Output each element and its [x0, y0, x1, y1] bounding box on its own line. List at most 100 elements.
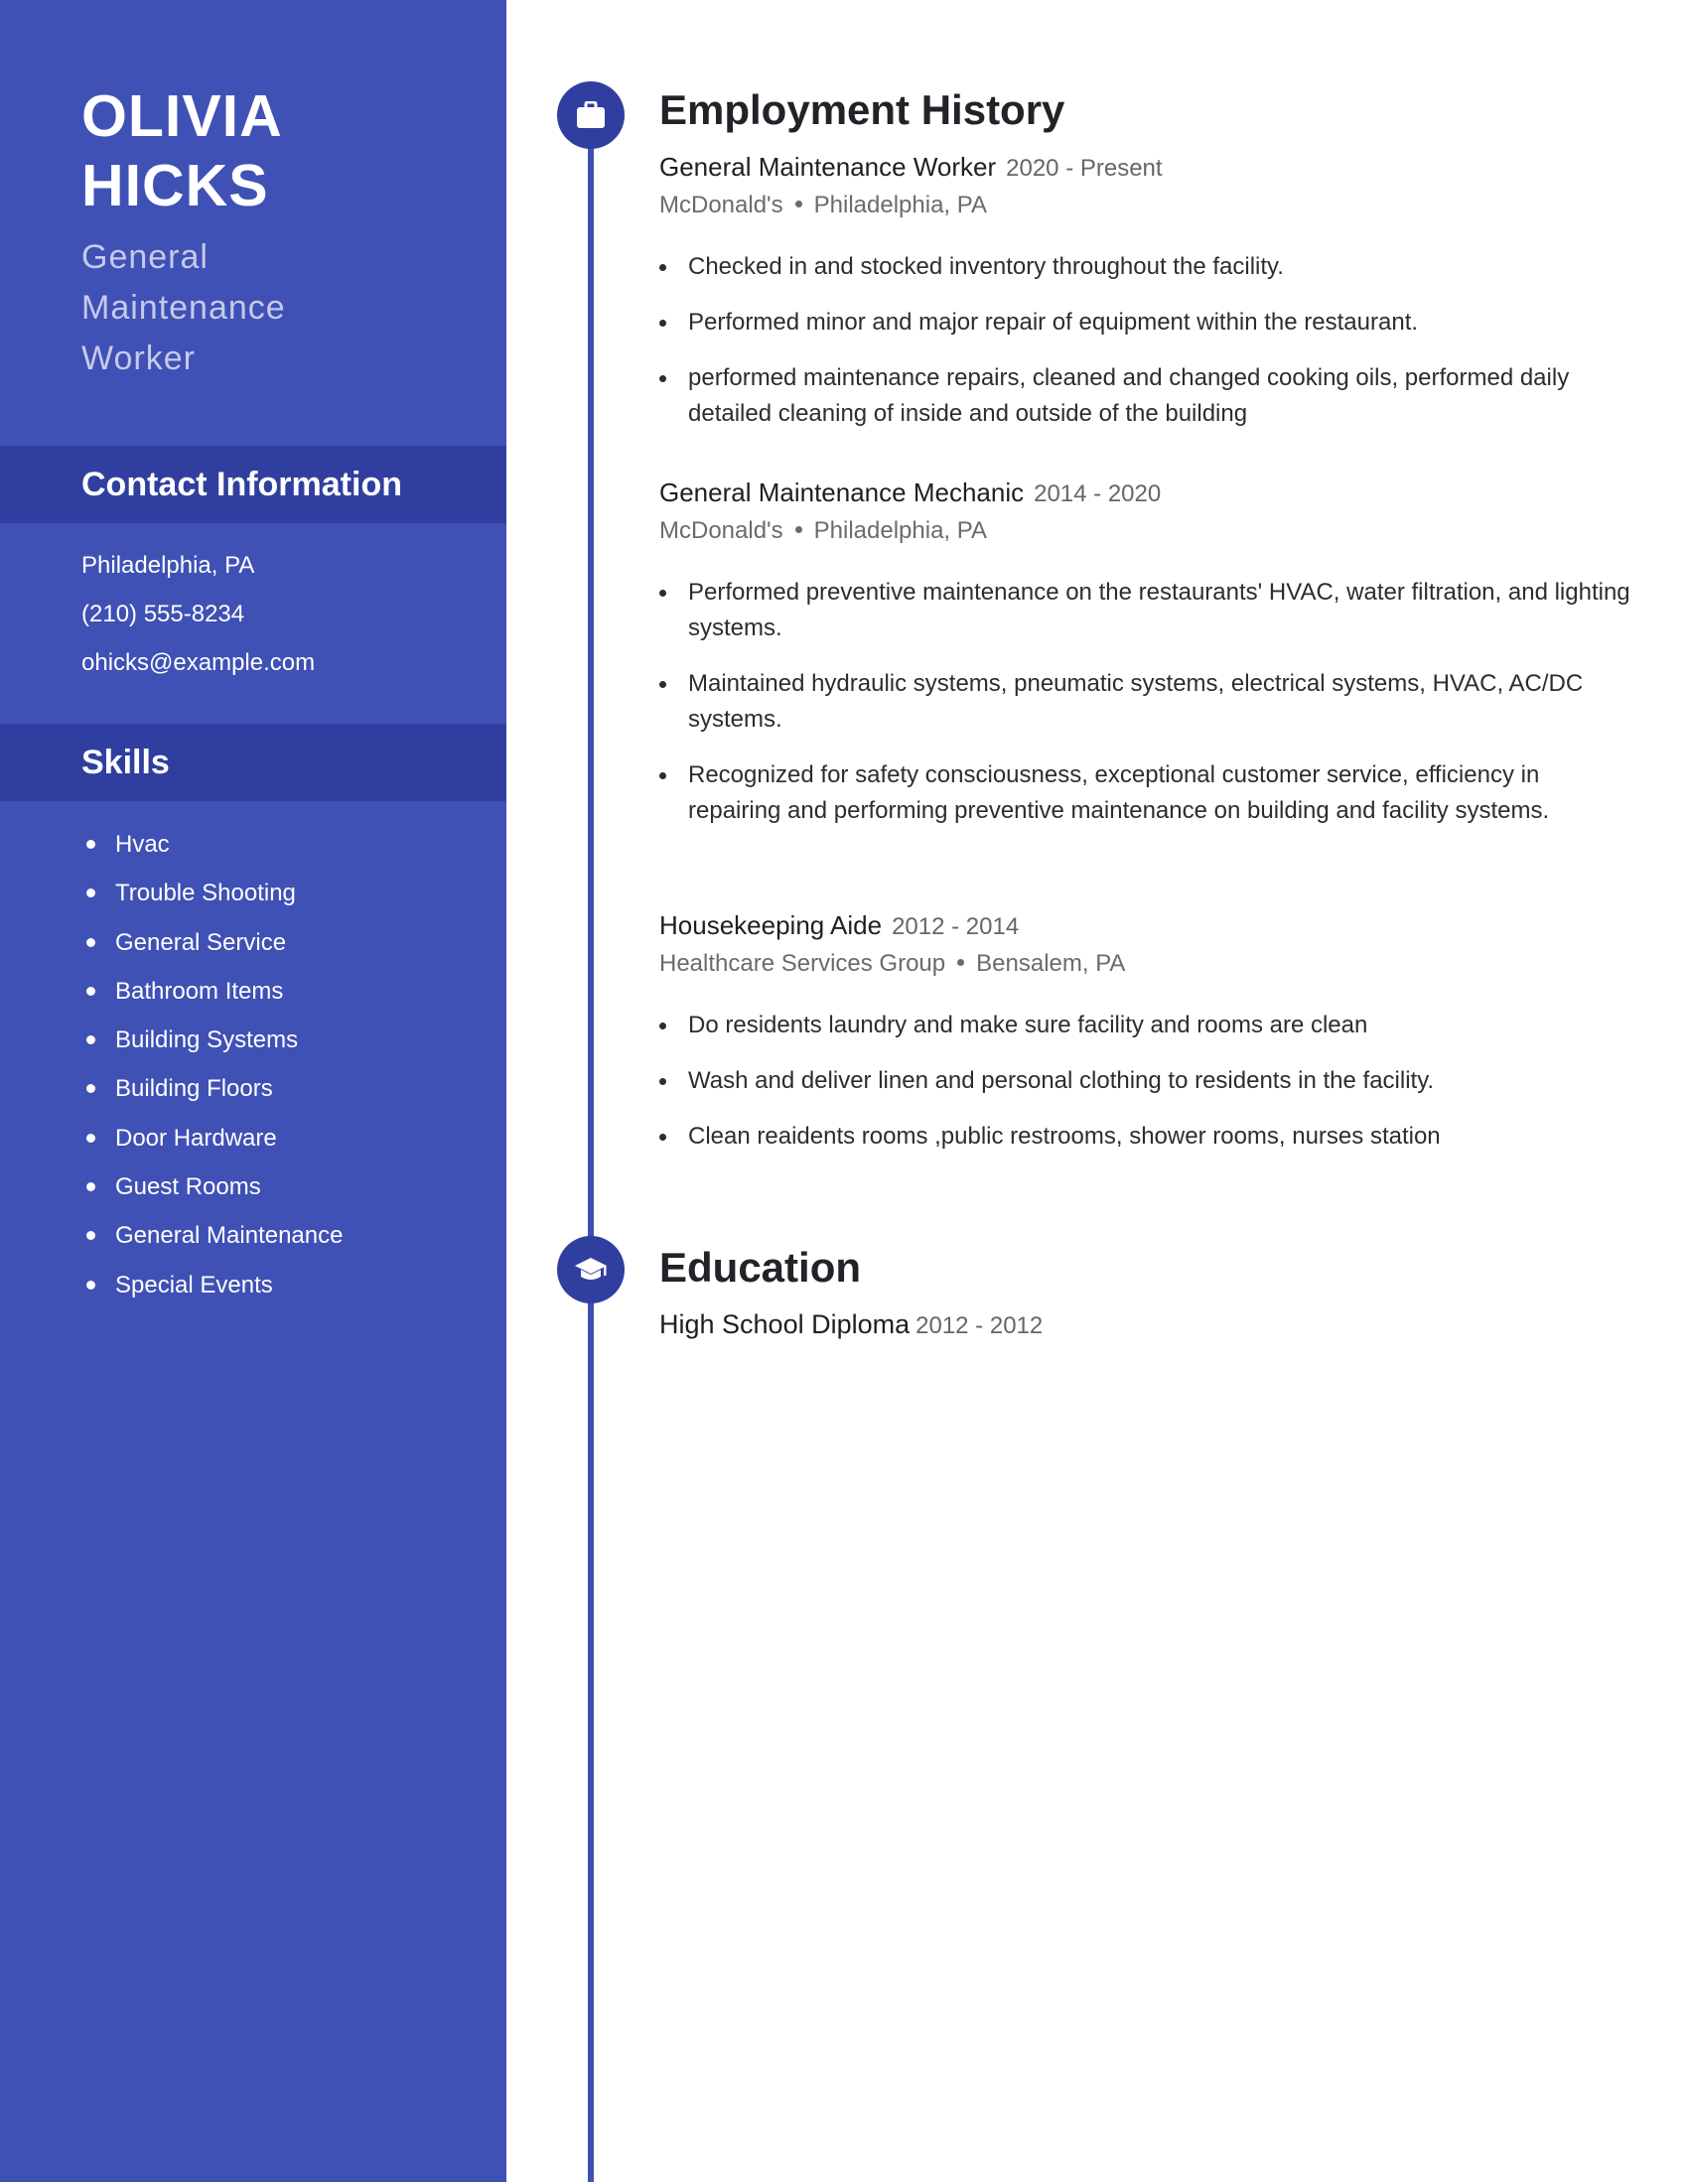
bullet-icon [659, 590, 666, 597]
skill-item: Bathroom Items [81, 967, 343, 1016]
skill-label: Building Floors [115, 1075, 273, 1103]
bullet-text: Clean reaidents rooms ,public restrooms,… [688, 1123, 1441, 1150]
job-location: Philadelphia, PA [813, 517, 987, 544]
skill-item: Trouble Shooting [81, 869, 343, 917]
job-bullet: performed maintenance repairs, cleaned a… [659, 360, 1632, 432]
bullet-text: Performed minor and major repair of equi… [688, 309, 1419, 336]
skill-item: Guest Rooms [81, 1162, 343, 1211]
bullet-icon [659, 1078, 666, 1085]
job-location: Philadelphia, PA [813, 192, 987, 218]
job-entry: General Maintenance Worker 2020 - Present… [659, 149, 1632, 452]
job-title: Housekeeping Aide [659, 910, 883, 940]
bullet-icon [659, 264, 666, 271]
separator-dot-icon [794, 201, 802, 208]
bullet-icon [86, 1084, 95, 1094]
first-name: OLIVIA [81, 83, 283, 149]
bullet-icon [86, 1182, 95, 1192]
job-title: General Maintenance Mechanic [659, 478, 1025, 507]
job-bullet: Clean reaidents rooms ,public restrooms,… [659, 1119, 1632, 1155]
bullet-icon [659, 1023, 666, 1029]
job-company: Healthcare Services Group [659, 950, 946, 977]
job-bullet: Recognized for safety consciousness, exc… [659, 757, 1632, 829]
candidate-name: OLIVIA HICKS [81, 81, 283, 220]
bullet-text: performed maintenance repairs, cleaned a… [688, 364, 1570, 427]
job-bullet: Maintained hydraulic systems, pneumatic … [659, 666, 1632, 738]
skill-label: Special Events [115, 1271, 273, 1298]
bullet-icon [659, 375, 666, 382]
job-entry: General Maintenance Mechanic 2014 - 2020 … [659, 475, 1632, 849]
bullet-icon [86, 1133, 95, 1143]
sidebar: OLIVIA HICKS General Maintenance Worker … [0, 0, 506, 2182]
separator-dot-icon [794, 526, 802, 534]
job-bullets: Checked in and stocked inventory through… [659, 249, 1632, 432]
job-bullet: Wash and deliver linen and personal clot… [659, 1063, 1632, 1099]
job-title: General Maintenance Worker [659, 152, 997, 182]
skills-section-header: Skills [0, 724, 506, 801]
skill-item: Building Systems [81, 1016, 343, 1064]
job-entry: Housekeeping Aide 2012 - 2014 Healthcare … [659, 907, 1632, 1174]
skill-label: General Maintenance [115, 1222, 344, 1250]
bullet-icon [86, 937, 95, 947]
skill-label: Building Systems [115, 1026, 299, 1054]
job-location: Bensalem, PA [976, 950, 1126, 977]
contact-list: Philadelphia, PA (210) 555-8234 ohicks@e… [81, 541, 315, 687]
job-bullets: Performed preventive maintenance on the … [659, 575, 1632, 829]
separator-dot-icon [957, 959, 965, 967]
bullet-text: Do residents laundry and make sure facil… [688, 1012, 1368, 1038]
contact-email[interactable]: ohicks@example.com [81, 638, 315, 687]
bullet-text: Performed preventive maintenance on the … [688, 579, 1630, 641]
contact-heading: Contact Information [81, 466, 402, 503]
skill-item: Door Hardware [81, 1114, 343, 1162]
job-bullets: Do residents laundry and make sure facil… [659, 1008, 1632, 1155]
job-dates: 2014 - 2020 [1034, 480, 1162, 507]
bullet-icon [659, 681, 666, 688]
briefcase-icon [577, 101, 605, 128]
skill-item: General Service [81, 918, 343, 967]
skill-item: Hvac [81, 820, 343, 869]
job-bullet: Performed preventive maintenance on the … [659, 575, 1632, 646]
timeline-line [588, 119, 594, 2182]
skill-item: Special Events [81, 1261, 343, 1309]
bullet-icon [86, 1035, 95, 1045]
skill-label: General Service [115, 928, 287, 956]
skill-label: Guest Rooms [115, 1173, 261, 1201]
bullet-icon [86, 986, 95, 996]
job-meta: McDonald's Philadelphia, PA [659, 513, 1632, 549]
bullet-icon [659, 772, 666, 779]
contact-phone[interactable]: (210) 555-8234 [81, 590, 315, 638]
job-dates: 2020 - Present [1006, 155, 1163, 182]
job-meta: Healthcare Services Group Bensalem, PA [659, 946, 1632, 982]
education-node [557, 1236, 625, 1303]
job-bullet: Do residents laundry and make sure facil… [659, 1008, 1632, 1043]
job-meta: McDonald's Philadelphia, PA [659, 188, 1632, 223]
job-company: McDonald's [659, 517, 783, 544]
bullet-text: Checked in and stocked inventory through… [688, 253, 1284, 280]
bullet-text: Maintained hydraulic systems, pneumatic … [688, 670, 1584, 733]
skill-label: Trouble Shooting [115, 880, 296, 907]
bullet-icon [86, 1231, 95, 1241]
bullet-text: Wash and deliver linen and personal clot… [688, 1067, 1435, 1094]
skill-label: Door Hardware [115, 1124, 277, 1152]
employment-heading: Employment History [659, 86, 1065, 133]
job-company: McDonald's [659, 192, 783, 218]
job-header: General Maintenance Mechanic 2014 - 2020 [659, 475, 1632, 512]
job-dates: 2012 - 2014 [892, 913, 1020, 940]
bullet-icon [86, 840, 95, 849]
skills-heading: Skills [81, 744, 170, 781]
last-name: HICKS [81, 153, 269, 218]
contact-location: Philadelphia, PA [81, 552, 255, 579]
skill-label: Hvac [115, 831, 170, 858]
job-bullet: Checked in and stocked inventory through… [659, 249, 1632, 285]
job-header: General Maintenance Worker 2020 - Present [659, 149, 1632, 187]
education-degree: High School Diploma [659, 1309, 911, 1339]
candidate-headline: General Maintenance Worker [81, 238, 286, 377]
skills-list: Hvac Trouble Shooting General Service Ba… [81, 820, 343, 1309]
contact-section-header: Contact Information [0, 446, 506, 523]
bullet-icon [659, 1134, 666, 1141]
job-header: Housekeeping Aide 2012 - 2014 [659, 907, 1632, 945]
bullet-icon [659, 320, 666, 327]
bullet-icon [86, 1280, 95, 1290]
job-bullet: Performed minor and major repair of equi… [659, 305, 1632, 341]
graduation-cap-icon [575, 1258, 607, 1280]
skill-label: Bathroom Items [115, 977, 284, 1005]
